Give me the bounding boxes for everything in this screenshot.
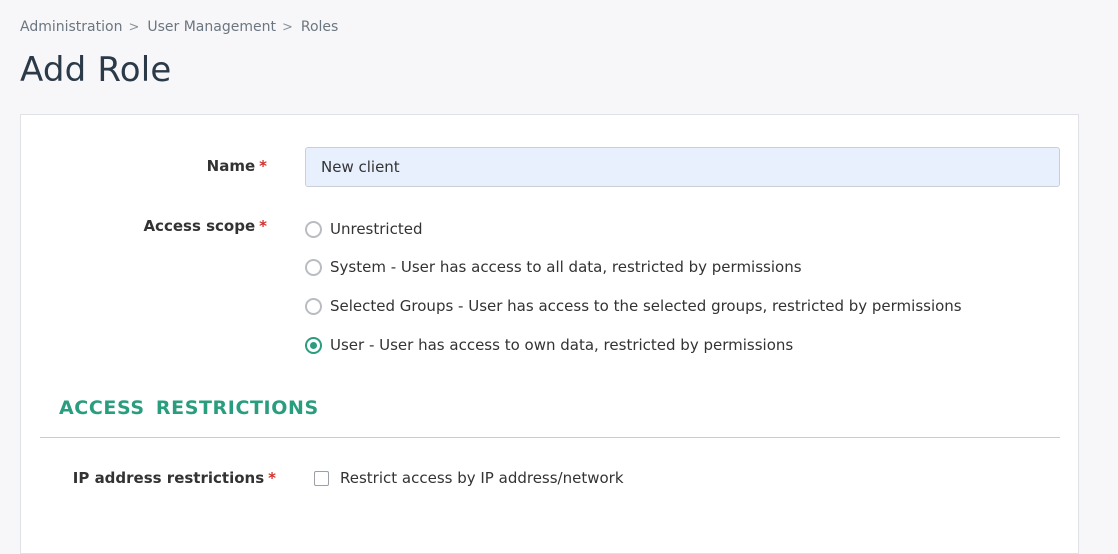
breadcrumb: Administration > User Management > Roles xyxy=(20,19,338,35)
role-form-card: Name* Access scope* Unrestricted System … xyxy=(20,114,1079,554)
breadcrumb-administration[interactable]: Administration xyxy=(20,19,122,35)
radio-label: Unrestricted xyxy=(330,220,423,238)
radio-user[interactable]: User - User has access to own data, rest… xyxy=(305,336,793,354)
name-label: Name * xyxy=(206,157,267,175)
radio-unrestricted[interactable]: Unrestricted xyxy=(305,220,422,238)
radio-label: System - User has access to all data, re… xyxy=(330,258,802,276)
required-marker: * xyxy=(259,157,267,175)
restrict-ip-checkbox[interactable] xyxy=(314,470,329,486)
chevron-right-icon: > xyxy=(128,19,140,35)
name-input[interactable] xyxy=(305,147,1060,187)
chevron-right-icon: > xyxy=(281,19,293,35)
access-restrictions-heading: ACCESS RESTRICTIONS xyxy=(59,397,319,419)
ip-restrictions-label: IP address restrictions * xyxy=(72,469,276,487)
radio-selected-groups[interactable]: Selected Groups - User has access to the… xyxy=(305,297,962,315)
required-marker: * xyxy=(259,217,267,235)
restrict-ip-checkbox-row[interactable]: Restrict access by IP address/network xyxy=(314,469,624,487)
breadcrumb-user-management[interactable]: User Management xyxy=(147,19,276,35)
restrict-ip-label: Restrict access by IP address/network xyxy=(340,469,624,487)
page-title: Add Role xyxy=(20,50,172,90)
radio-button[interactable] xyxy=(305,220,322,238)
radio-label: User - User has access to own data, rest… xyxy=(330,336,794,354)
access-scope-label: Access scope * xyxy=(143,217,267,235)
radio-system[interactable]: System - User has access to all data, re… xyxy=(305,258,802,276)
radio-button[interactable] xyxy=(305,297,322,315)
required-marker: * xyxy=(268,469,276,487)
section-divider xyxy=(40,437,1060,438)
breadcrumb-roles: Roles xyxy=(300,19,339,35)
radio-label: Selected Groups - User has access to the… xyxy=(330,297,962,315)
radio-button[interactable] xyxy=(305,258,322,276)
radio-button[interactable] xyxy=(305,336,322,354)
